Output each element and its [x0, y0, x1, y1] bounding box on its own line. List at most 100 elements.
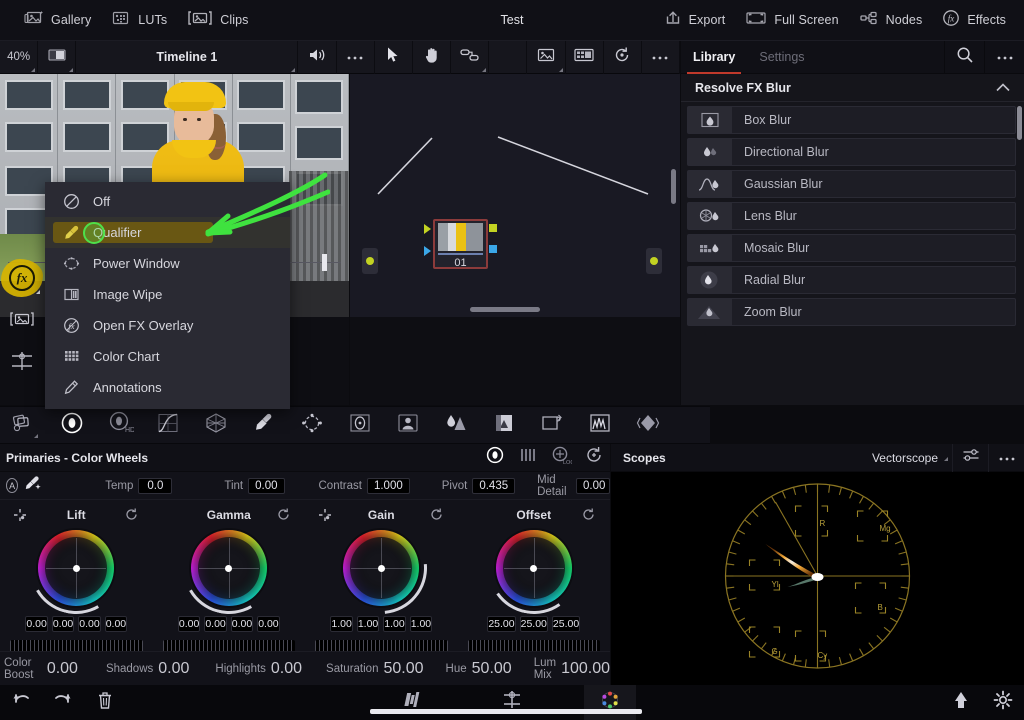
- effect-item-directional-blur[interactable]: Directional Blur: [687, 138, 1016, 166]
- param-value[interactable]: 100.00: [561, 660, 610, 678]
- param-value[interactable]: 0.00: [248, 477, 285, 494]
- value-blue[interactable]: 25.00: [551, 614, 581, 632]
- param-highlights[interactable]: Highlights 0.00: [215, 660, 302, 678]
- primaries-reset-button[interactable]: [577, 444, 610, 472]
- wheel-value[interactable]: 25.00: [487, 616, 516, 632]
- gain-bias-icon[interactable]: [317, 507, 333, 528]
- param-value[interactable]: 1.000: [366, 477, 410, 494]
- stills-button[interactable]: [624, 406, 672, 444]
- value-red[interactable]: 1.00: [356, 614, 380, 632]
- node-editor[interactable]: 01: [350, 74, 680, 317]
- color-wheel[interactable]: [38, 530, 115, 606]
- wheel-value[interactable]: 1.00: [356, 616, 380, 632]
- sizing-button[interactable]: [528, 406, 576, 444]
- luts-button[interactable]: LUTs: [101, 0, 177, 41]
- cursor-tool-button[interactable]: [375, 40, 413, 74]
- effects-scrollbar[interactable]: [1017, 106, 1022, 140]
- tab-settings[interactable]: Settings: [747, 41, 816, 74]
- wheel-value[interactable]: 0.00: [51, 616, 75, 632]
- effect-item-radial-blur[interactable]: Radial Blur: [687, 266, 1016, 294]
- value-green[interactable]: 1.00: [383, 614, 406, 632]
- nodes-button[interactable]: Nodes: [849, 0, 933, 41]
- color-warper-button[interactable]: [192, 406, 240, 444]
- wheel-value[interactable]: 1.00: [330, 616, 353, 632]
- color-wheels-button[interactable]: [48, 406, 96, 444]
- scope-settings-button[interactable]: [952, 443, 988, 472]
- wheel-value[interactable]: 25.00: [519, 616, 548, 632]
- param-mid-detail[interactable]: Mid Detail 0.00: [537, 474, 610, 498]
- qualifier-button[interactable]: [240, 406, 288, 444]
- magic-mask-button[interactable]: [384, 406, 432, 444]
- wheel-value[interactable]: 0.00: [104, 616, 128, 632]
- value-red[interactable]: 25.00: [487, 614, 516, 632]
- curves-button[interactable]: [144, 406, 192, 444]
- vectorscope-graticule[interactable]: R Mg B Cy G Yl: [611, 472, 1024, 685]
- wheel-container[interactable]: [153, 511, 306, 625]
- param-value[interactable]: 0.00: [158, 660, 189, 678]
- context-menu-item-color-chart[interactable]: Color Chart: [45, 341, 290, 372]
- fullscreen-button[interactable]: Full Screen: [735, 0, 848, 41]
- wheel-reset-icon[interactable]: [124, 507, 139, 527]
- wheel-container[interactable]: [0, 511, 153, 625]
- effects-category-header[interactable]: Resolve FX Blur: [681, 74, 1024, 102]
- wheel-value[interactable]: 0.00: [257, 616, 280, 632]
- effect-item-gaussian-blur[interactable]: Gaussian Blur: [687, 170, 1016, 198]
- node-vertical-scrollbar[interactable]: [671, 169, 676, 204]
- clips-page-button[interactable]: [486, 685, 538, 720]
- color-node-01[interactable]: 01: [433, 219, 488, 269]
- color-wheel[interactable]: [343, 530, 420, 606]
- primaries-wheels-button[interactable]: [478, 444, 511, 472]
- param-color-boost[interactable]: Color Boost 0.00: [4, 657, 78, 681]
- value-green[interactable]: 0.00: [78, 614, 101, 632]
- clips-toolbar-button[interactable]: [0, 406, 48, 444]
- value-white[interactable]: 0.00: [25, 614, 48, 632]
- param-lum-mix[interactable]: Lum Mix 100.00: [534, 657, 610, 681]
- scopes-button[interactable]: [576, 406, 624, 444]
- output-port[interactable]: [646, 248, 662, 274]
- value-red[interactable]: 0.00: [51, 614, 75, 632]
- zoom-level[interactable]: 40%: [0, 40, 39, 74]
- tab-library[interactable]: Library: [681, 41, 747, 74]
- param-temp[interactable]: Temp 0.0: [105, 477, 173, 494]
- viewer-more-button-2[interactable]: [642, 40, 681, 74]
- param-value[interactable]: 0.00: [271, 660, 302, 678]
- split-screen-tool[interactable]: [0, 342, 44, 384]
- openfx-overlay-toggle[interactable]: fx: [0, 256, 44, 300]
- context-menu-item-power-window[interactable]: Power Window: [45, 248, 290, 279]
- image-view-button[interactable]: [527, 40, 566, 74]
- image-wipe-tool[interactable]: [0, 300, 44, 342]
- scope-type-selector[interactable]: Vectorscope: [872, 451, 952, 465]
- wheel-value[interactable]: 1.00: [409, 616, 433, 632]
- param-value[interactable]: 0.0: [138, 477, 173, 494]
- effect-item-zoom-blur[interactable]: Zoom Blur: [687, 298, 1016, 326]
- effects-button[interactable]: fx Effects: [932, 0, 1016, 41]
- node-horizontal-scrollbar[interactable]: [470, 307, 540, 312]
- hand-tool-button[interactable]: [413, 40, 452, 74]
- reset-history-button[interactable]: [604, 40, 642, 74]
- effects-list[interactable]: Box Blur Directional Blur Gaussian Blur …: [681, 102, 1024, 402]
- wheel-value[interactable]: 0.00: [78, 616, 101, 632]
- wheel-value[interactable]: 0.00: [177, 616, 201, 632]
- grid-image-button[interactable]: [566, 40, 604, 74]
- export-button[interactable]: Export: [654, 0, 736, 41]
- context-menu-item-annotations[interactable]: Annotations: [45, 372, 290, 403]
- param-contrast[interactable]: Contrast 1.000: [319, 477, 410, 494]
- wheel-value[interactable]: 0.00: [230, 616, 254, 632]
- param-saturation[interactable]: Saturation 50.00: [326, 660, 423, 678]
- node-rgb-output-port[interactable]: [489, 224, 497, 232]
- auto-picker-icon[interactable]: [24, 475, 41, 496]
- effect-item-lens-blur[interactable]: Lens Blur: [687, 202, 1016, 230]
- param-value[interactable]: 0.00: [47, 660, 78, 678]
- viewer-more-options-button[interactable]: [337, 40, 375, 74]
- param-value[interactable]: 50.00: [383, 660, 423, 678]
- value-red[interactable]: 0.00: [204, 614, 227, 632]
- split-view-button[interactable]: [38, 40, 77, 74]
- param-value[interactable]: 0.00: [576, 477, 610, 494]
- effects-search-button[interactable]: [944, 40, 984, 74]
- value-green[interactable]: 0.00: [230, 614, 254, 632]
- color-wheel[interactable]: [495, 530, 572, 606]
- clips-button[interactable]: Clips: [177, 0, 258, 41]
- wheel-reset-icon[interactable]: [429, 507, 444, 527]
- log-wheels-button[interactable]: LOG: [544, 444, 577, 472]
- scope-more-options-button[interactable]: [988, 443, 1024, 472]
